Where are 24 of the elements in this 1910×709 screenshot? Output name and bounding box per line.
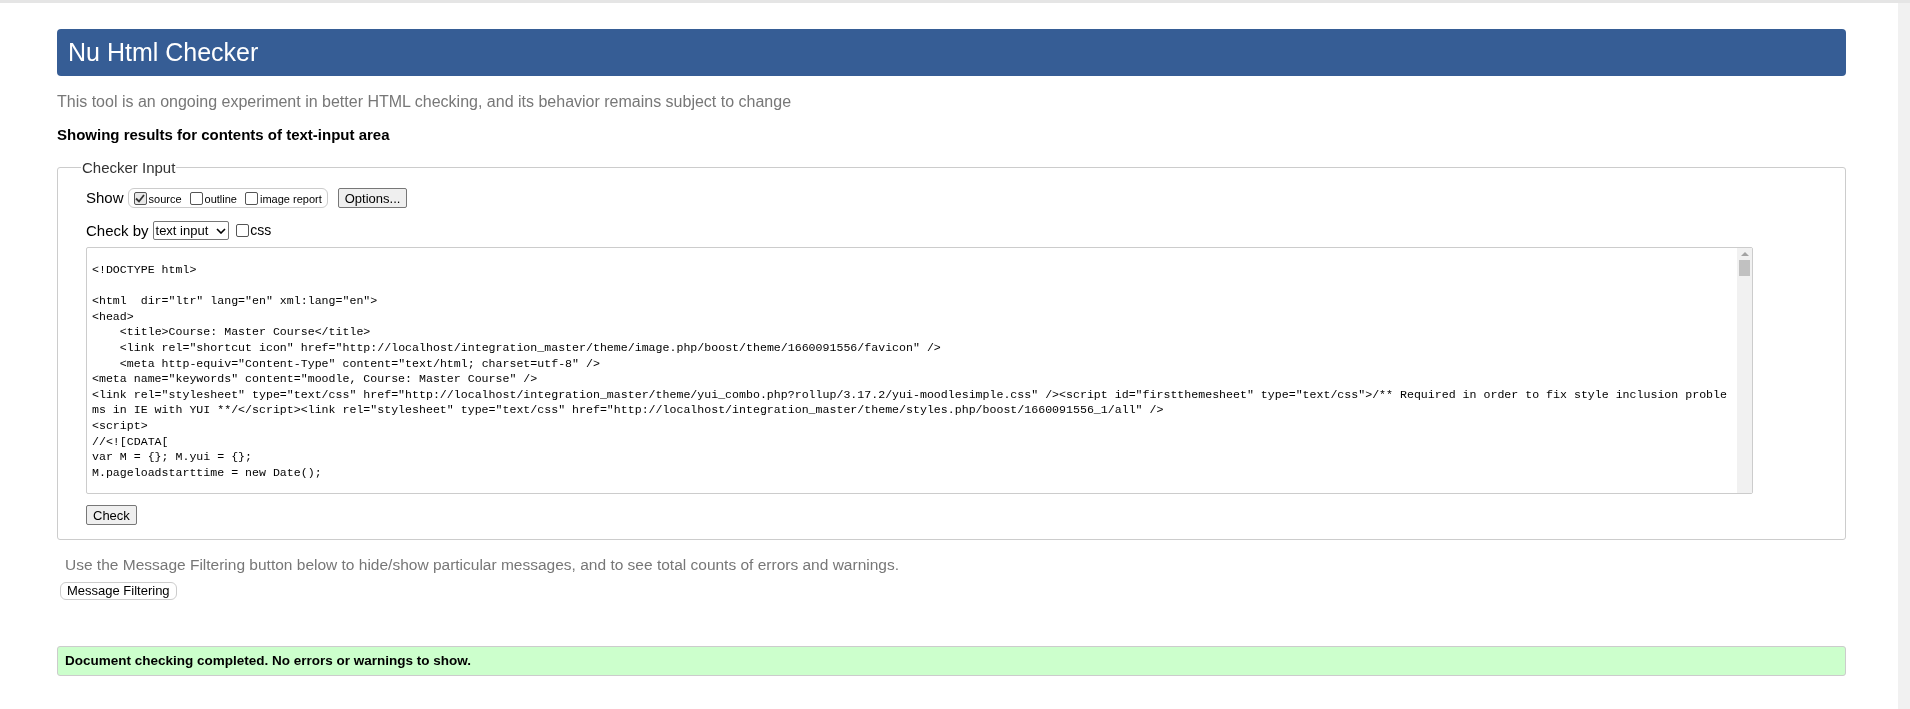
checkbox[interactable] (133, 191, 147, 205)
checkbox[interactable] (245, 191, 258, 205)
intro-text: This tool is an ongoing experiment in better HTML checking, and its behavior remains subject to change (57, 92, 793, 112)
css-label: css (250, 221, 272, 241)
page-title: Nu Html Checker (68, 40, 259, 65)
options-button[interactable]: Options... (337, 188, 408, 209)
filter-hint: Use the Message Filtering button below to hide/show particular messages, and to see total counts of errors and warnings. (65, 554, 900, 575)
option-label: outline (204, 192, 237, 207)
check-button[interactable]: Check (86, 505, 137, 525)
caret-icon (216, 227, 227, 234)
result-message: Document checking completed. No errors or warnings to show. (57, 646, 1846, 677)
option-label: image report (260, 192, 322, 207)
message-filtering-button[interactable]: Message Filtering (60, 581, 177, 600)
scrollbar[interactable] (1737, 248, 1752, 493)
option-label: source (148, 192, 182, 207)
checkbox[interactable] (189, 191, 203, 205)
results-heading: Showing results for contents of text-input area (57, 125, 391, 145)
check-by-label: Check by (86, 220, 149, 241)
page-scrollbar[interactable] (1898, 3, 1910, 709)
checkbox[interactable] (236, 224, 250, 238)
check-by-select[interactable]: text input (152, 221, 230, 241)
panel-legend: Checker Input (81, 156, 177, 179)
source-code-field[interactable]: <!DOCTYPE html> <html dir="ltr" lang="en" xml:lang="en"> <head> <title>Course: Master Course</title> <link rel="shortcut icon" href="http://localhost/integration_master/theme/image.php/boost/theme/1660091556/favicon" /> <meta http-equiv="Content-Type" content="text/html; charset=utf-8" /> <meta name="keywords" content="moodle, Course: Master Course" /> <link rel="stylesheet" type="text/css" href="http://localhost/integration_master/theme/yui_combo.php?rollup/3.17.2/yui-moodlesimple.css" /><script id="firstthemesheet" type="text/css">/** Required in order to fix style inclusion problems in IE with YUI **/</script><link rel="stylesheet" type="text/css" href="http://localhost/integration_master/theme/styles.php/boost/1660091556_1/all" /> <script> //<![CDATA[ var M = {}; M.yui = {}; M.pageloadstarttime = new Date(); (86, 247, 1753, 494)
show-label: Show (86, 188, 124, 208)
